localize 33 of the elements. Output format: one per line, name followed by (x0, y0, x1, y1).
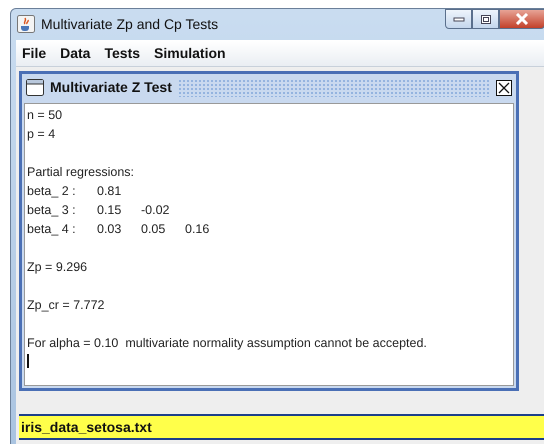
output-line: Zp_cr = 7.772 (27, 298, 104, 312)
output-line: Partial regressions: (27, 165, 134, 179)
output-line: p = 4 (27, 127, 56, 141)
output-line: n = 50 (27, 108, 62, 122)
maximize-button[interactable] (472, 9, 499, 29)
output-line: Zp = 9.296 (27, 260, 88, 274)
frame-title: Multivariate Z Test (50, 78, 172, 97)
maximize-icon (480, 14, 492, 24)
menu-item[interactable]: File (22, 42, 46, 64)
row-label: beta_ 2 : (27, 183, 77, 200)
output-line: For alpha = 0.10 multivariate normality assumption cannot be accepted. (27, 336, 427, 350)
window-title: Multivariate Zp and Cp Tests (41, 14, 218, 34)
output-text-area[interactable]: n = 50 p = 4 Partial regressions: beta_ 2 : 0.81 beta_ 3 : 0.15 -0.02 beta_ 4 : 0.03 0.05 0.16 Zp = 9.296 Zp_cr = 7.772 For alpha = 0.10 multivariate normality assumption cannot be accepted. (24, 103, 514, 386)
row-label: beta_ 4 : (27, 221, 77, 238)
close-button[interactable] (496, 80, 512, 96)
minimize-icon (452, 16, 464, 22)
menu-item[interactable]: Simulation (154, 42, 226, 64)
frame-icon (26, 79, 44, 96)
row-value: 0.81 (97, 183, 122, 200)
row-value: 0.03 (97, 221, 122, 238)
close-icon (497, 80, 511, 94)
text-cursor (27, 354, 29, 368)
menu-item[interactable]: Tests (104, 42, 140, 64)
close-icon (515, 13, 529, 25)
row-label: beta_ 3 : (27, 202, 77, 219)
java-cup-icon (17, 15, 35, 33)
row-value: 0.05 (141, 221, 166, 238)
status-text: iris_data_setosa.txt (21, 418, 152, 436)
menu-item[interactable]: Data (60, 42, 90, 64)
row-value: -0.02 (141, 202, 170, 219)
row-value: 0.15 (97, 202, 122, 219)
minimize-button[interactable] (445, 9, 472, 29)
row-value: 0.16 (185, 221, 210, 238)
